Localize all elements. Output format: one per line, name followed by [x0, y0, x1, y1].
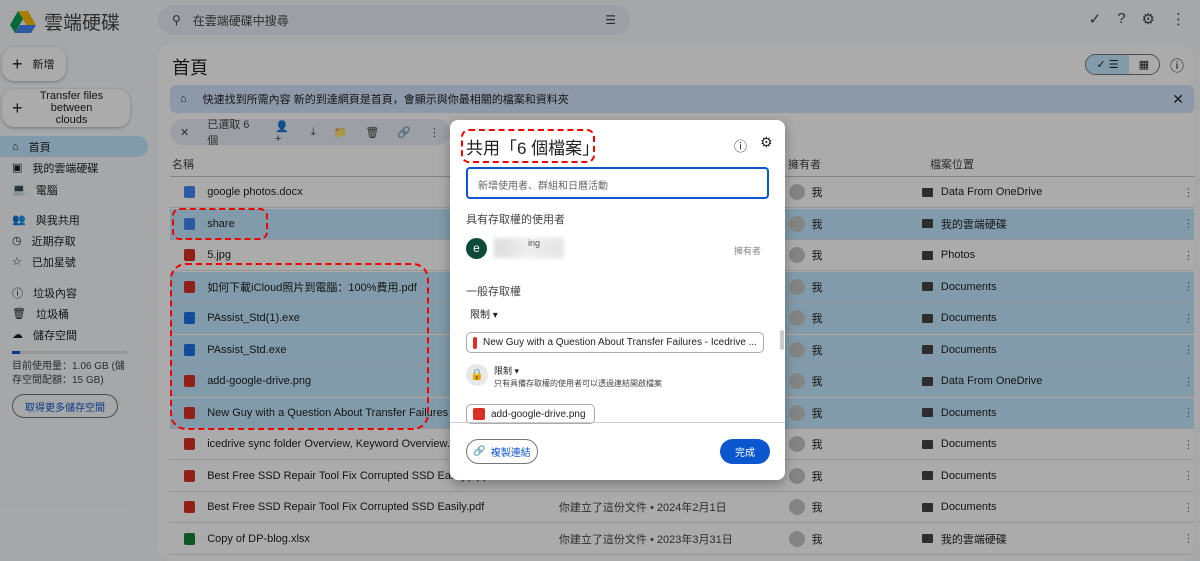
file-access-desc: 只有具備存取權的使用者可以透過連結開啟檔案	[494, 379, 662, 388]
help-icon[interactable]: ⓘ	[734, 136, 747, 155]
people-heading: 具有存取權的使用者	[466, 214, 565, 226]
add-people-input[interactable]: 新增使用者、群組和日曆活動	[466, 167, 769, 199]
avatar: e	[466, 238, 487, 259]
file-chip-name: New Guy with a Question About Transfer F…	[482, 337, 757, 348]
person-name: ing	[528, 238, 541, 248]
annotation-box	[461, 129, 595, 163]
general-access-heading: 一般存取權	[466, 286, 521, 298]
lock-icon: 🔒	[466, 364, 488, 386]
annotation-box	[172, 208, 268, 240]
done-button[interactable]: 完成	[720, 439, 770, 464]
share-dialog: 共用「6 個檔案」 ⓘ ⚙ 新增使用者、群組和日曆活動 具有存取權的使用者 e …	[450, 120, 785, 480]
settings-icon[interactable]: ⚙	[760, 134, 773, 151]
general-access-dropdown[interactable]: 限制 ▾	[470, 306, 498, 321]
file-chip: New Guy with a Question About Transfer F…	[466, 332, 764, 353]
file-access-dropdown[interactable]: 限制 ▾	[494, 364, 519, 377]
annotation-box	[170, 263, 429, 430]
copy-link-button[interactable]: 🔗 複製連結	[466, 439, 538, 464]
pdf-icon	[473, 336, 477, 349]
link-icon: 🔗	[473, 446, 486, 457]
scrollbar[interactable]	[780, 330, 784, 350]
file-chip: add-google-drive.png	[466, 404, 595, 424]
image-icon	[473, 408, 485, 420]
file-chip-name: add-google-drive.png	[491, 408, 586, 420]
person-role: 擁有者	[734, 246, 762, 256]
